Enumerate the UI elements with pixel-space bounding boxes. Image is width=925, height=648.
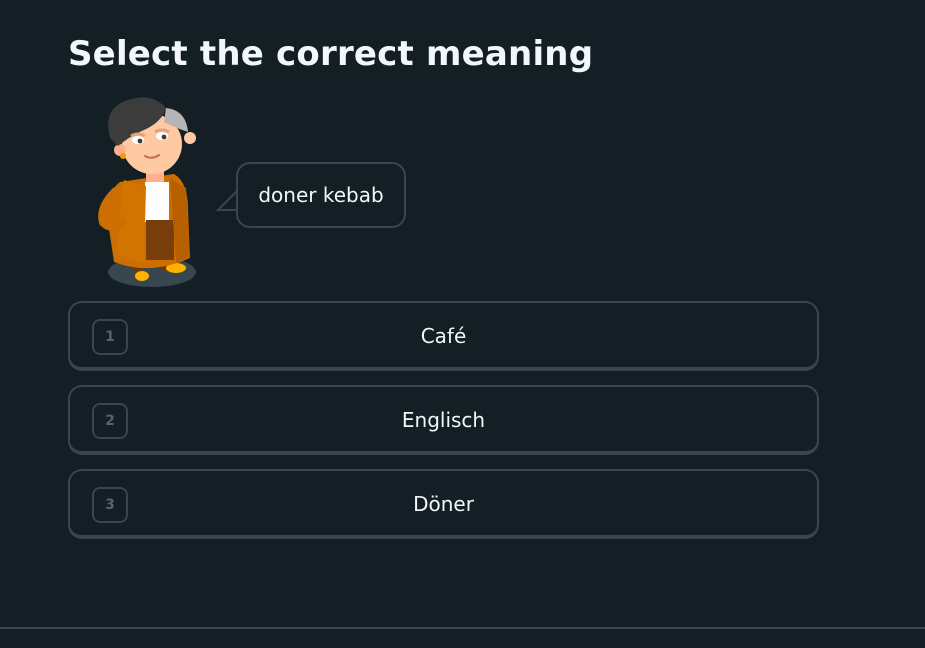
footer-divider [0,627,925,629]
answer-option-3[interactable]: 3 Döner [68,469,819,539]
character-illustration [98,97,196,287]
speech-bubble: doner kebab [236,162,406,228]
option-label: Café [420,324,467,348]
answer-option-2[interactable]: 2 Englisch [68,385,819,455]
challenge-title: Select the correct meaning [68,34,594,74]
option-label: Döner [413,492,474,516]
challenge-page: Select the correct meaning doner kebab 1… [0,0,925,648]
answer-options: 1 Café 2 Englisch 3 Döner [68,301,819,553]
prompt-text: doner kebab [258,183,384,207]
option-label: Englisch [401,408,486,432]
answer-option-1[interactable]: 1 Café [68,301,819,371]
